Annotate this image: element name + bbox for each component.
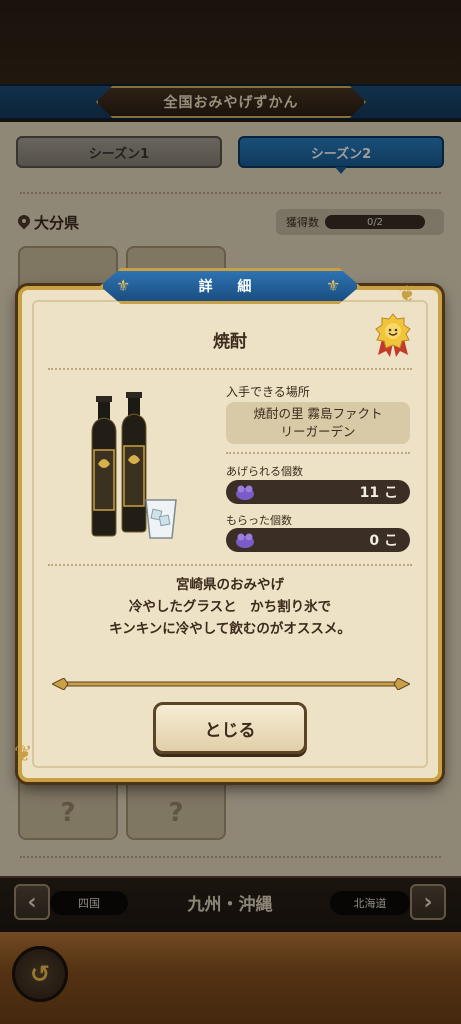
corner-ornament-icon: ❦ [398,282,417,307]
corner-ornament-icon: ❦ [14,742,33,767]
description-line: 宮崎県のおみやげ [176,577,284,593]
close-button-label: とじる [204,720,256,741]
place-line-2: リーガーデン [280,424,356,439]
dialog-divider [48,368,412,370]
stats-divider [226,452,410,454]
description-line: キンキンに冷やして飲むのがオススメ。 [109,621,351,637]
item-description: 宮崎県のおみやげ 冷やしたグラスと かち割り氷で キンキンに冷やして飲むのがオス… [40,574,420,640]
place-line-1: 焼酎の里 霧島ファクト [253,406,383,421]
fleur-right-icon: ⚜ [326,276,341,295]
give-count-value: 11 こ [359,485,398,501]
ornamental-rule [52,678,410,690]
dialog-title-tag: 詳 細 [100,268,360,304]
close-button[interactable]: とじる [153,702,307,754]
description-line: 冷やしたグラスと かち割り氷で [128,599,332,615]
item-name: 焼酎 [213,332,247,352]
give-count-bar: 11 こ [226,480,410,504]
shochu-bottles-image [91,392,177,539]
received-count-value: 0 こ [369,533,398,549]
received-label: もらった個数 [226,514,292,527]
gold-medal-icon [375,313,411,357]
place-label: 入手できる場所 [226,385,310,399]
fleur-left-icon: ⚜ [116,276,131,295]
received-count-bar: 0 こ [226,528,410,552]
dialog-title: 詳 細 [198,279,262,295]
give-label: あげられる個数 [226,465,303,478]
place-value: 焼酎の里 霧島ファクト リーガーデン [226,402,410,444]
gift-icon [236,485,254,500]
dialog-divider [48,564,412,566]
gift-icon [236,533,254,548]
